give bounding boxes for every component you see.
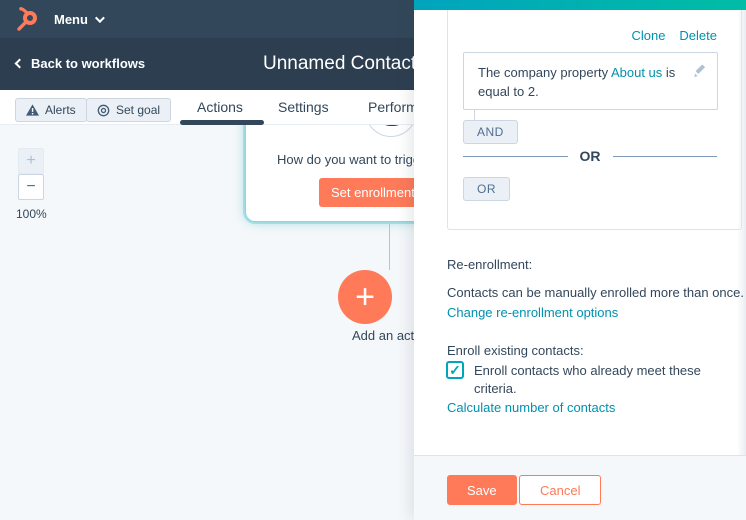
back-label: Back to workflows <box>31 56 146 71</box>
menu-label: Menu <box>54 11 88 27</box>
save-button[interactable]: Save <box>447 475 517 505</box>
reenrollment-heading: Re-enrollment: <box>447 257 533 272</box>
trigger-question: How do you want to trigger <box>277 152 432 167</box>
hubspot-logo-icon[interactable] <box>14 6 40 32</box>
filter-connector-line <box>474 110 475 120</box>
connector-line <box>389 223 390 270</box>
panel-accent-bar <box>414 0 746 10</box>
cancel-button[interactable]: Cancel <box>519 475 602 505</box>
enroll-existing-checkbox[interactable]: ✓ <box>446 361 464 379</box>
panel-footer: Save Cancel <box>414 455 746 520</box>
warning-icon <box>26 104 39 116</box>
alerts-button[interactable]: Alerts <box>15 98 87 122</box>
workflow-editor: + − 100% How do you want to trigger Set … <box>0 0 746 520</box>
or-button[interactable]: OR <box>463 177 510 201</box>
zoom-out-button[interactable]: − <box>18 174 44 200</box>
reenrollment-description: Contacts can be manually enrolled more t… <box>447 285 745 300</box>
alerts-label: Alerts <box>45 103 76 117</box>
or-divider-label: OR <box>579 148 601 164</box>
back-to-workflows-link[interactable]: Back to workflows <box>14 56 146 71</box>
enroll-existing-heading: Enroll existing contacts: <box>447 343 584 358</box>
contact-icon <box>365 125 417 137</box>
enrollment-panel: Clone Delete The company property About … <box>414 0 746 520</box>
add-action-button[interactable]: + <box>338 270 392 324</box>
or-divider: OR <box>463 146 717 166</box>
filter-text-before: The company property <box>478 65 611 80</box>
enroll-existing-checkbox-label: Enroll contacts who already meet these c… <box>474 363 701 396</box>
zoom-level: 100% <box>16 207 47 221</box>
zoom-in-button[interactable]: + <box>18 148 44 174</box>
tab-settings[interactable]: Settings <box>278 99 329 115</box>
edit-pencil-icon[interactable] <box>692 63 708 79</box>
target-icon <box>97 104 110 116</box>
delete-link[interactable]: Delete <box>679 28 717 43</box>
chevron-down-icon <box>94 12 105 23</box>
filter-property-link[interactable]: About us <box>611 65 662 80</box>
calculate-contacts-link[interactable]: Calculate number of contacts <box>447 400 615 415</box>
clone-link[interactable]: Clone <box>631 28 665 43</box>
and-button[interactable]: AND <box>463 120 518 144</box>
active-tab-indicator <box>180 120 264 125</box>
set-goal-button[interactable]: Set goal <box>86 98 172 122</box>
set-goal-label: Set goal <box>116 103 161 117</box>
menu-button[interactable]: Menu <box>54 11 105 27</box>
change-reenrollment-link[interactable]: Change re-enrollment options <box>447 305 618 320</box>
filter-criteria-box[interactable]: The company property About us is equal t… <box>463 52 718 110</box>
tab-actions[interactable]: Actions <box>197 99 243 115</box>
chevron-left-icon <box>14 58 25 69</box>
